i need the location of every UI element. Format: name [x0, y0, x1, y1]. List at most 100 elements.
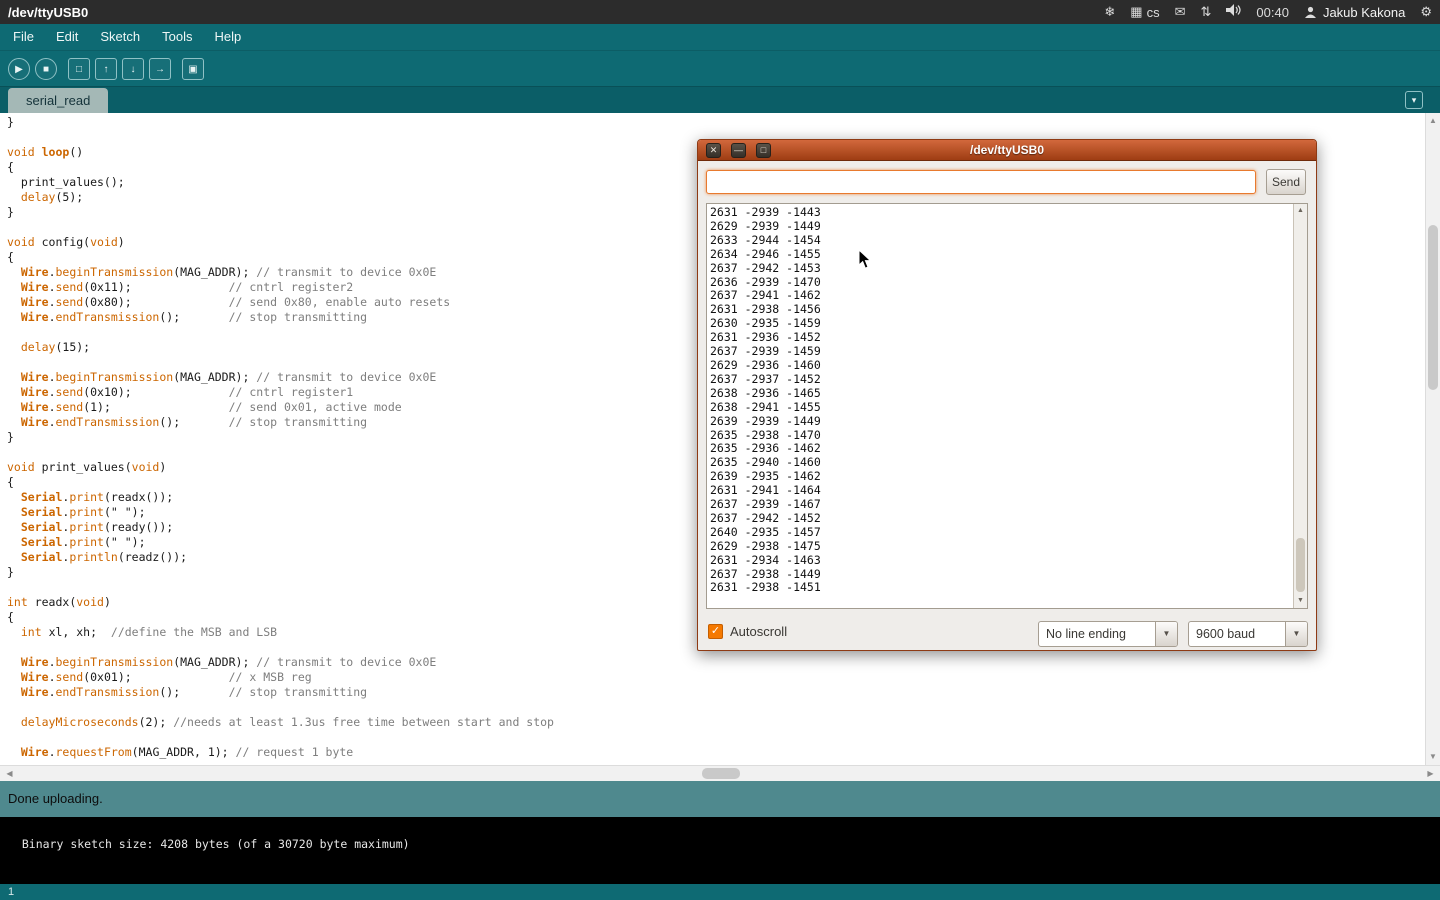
keyboard-layout-indicator[interactable]: ▦ cs [1130, 0, 1159, 24]
keyboard-icon: ▦ [1130, 0, 1142, 24]
serial-line: 2635 -2938 -1470 [710, 429, 1291, 443]
autoscroll-checkbox[interactable]: ✓ [708, 624, 723, 639]
tab-serial-read[interactable]: serial_read [8, 88, 108, 113]
line-ending-value: No line ending [1039, 622, 1155, 646]
chevron-down-icon: ▼ [1155, 622, 1177, 646]
scroll-up-icon[interactable]: ▲ [1426, 114, 1440, 128]
close-window-button[interactable]: ✕ [706, 143, 721, 158]
code-line: Wire.send(0x01); // x MSB reg [7, 670, 1425, 685]
console-output: Binary sketch size: 4208 bytes (of a 307… [0, 817, 1440, 884]
maximize-window-button[interactable]: □ [756, 143, 771, 158]
tab-menu-button[interactable]: ▾ [1405, 91, 1423, 109]
editor-horizontal-scrollbar[interactable]: ◀ ▶ [0, 765, 1440, 781]
open-sketch-button[interactable]: ↑ [95, 58, 117, 80]
serial-line: 2631 -2934 -1463 [710, 554, 1291, 568]
code-line: Wire.beginTransmission(MAG_ADDR); // tra… [7, 655, 1425, 670]
status-message: Done uploading. [8, 791, 103, 806]
serial-line: 2629 -2936 -1460 [710, 359, 1291, 373]
code-line: delayMicroseconds(2); //needs at least 1… [7, 715, 1425, 730]
baud-rate-select[interactable]: 9600 baud ▼ [1188, 621, 1308, 647]
code-line [7, 700, 1425, 715]
serial-line: 2633 -2944 -1454 [710, 234, 1291, 248]
keyboard-layout-label: cs [1147, 5, 1160, 20]
serial-output: 2631 -2939 -14432629 -2939 -14492633 -29… [710, 206, 1291, 606]
code-line: } [7, 115, 1425, 130]
user-icon [1304, 6, 1317, 19]
new-sketch-button[interactable]: □ [68, 58, 90, 80]
serial-output-area[interactable]: 2631 -2939 -14432629 -2939 -14492633 -29… [706, 203, 1308, 609]
editor-hscroll-thumb[interactable] [702, 768, 740, 779]
scroll-up-icon[interactable]: ▲ [1294, 205, 1307, 217]
menu-file[interactable]: File [2, 24, 45, 50]
verify-button[interactable]: ▶ [8, 58, 30, 80]
editor-vscroll-thumb[interactable] [1428, 225, 1438, 390]
serial-line: 2631 -2938 -1451 [710, 581, 1291, 595]
autoscroll-label: Autoscroll [730, 624, 787, 639]
serial-line: 2634 -2946 -1455 [710, 248, 1291, 262]
chevron-down-icon: ▼ [1285, 622, 1307, 646]
serial-line: 2637 -2941 -1462 [710, 289, 1291, 303]
serial-line: 2635 -2940 -1460 [710, 456, 1291, 470]
menu-sketch[interactable]: Sketch [89, 24, 151, 50]
serial-line: 2631 -2939 -1443 [710, 206, 1291, 220]
serial-line: 2639 -2939 -1449 [710, 415, 1291, 429]
serial-line: 2637 -2939 -1467 [710, 498, 1291, 512]
menu-bar: FileEditSketchToolsHelp [0, 24, 1440, 50]
clock[interactable]: 00:40 [1256, 5, 1289, 20]
serial-line: 2636 -2939 -1470 [710, 276, 1291, 290]
serial-output-scrollbar[interactable]: ▲ ▼ [1293, 204, 1307, 608]
line-ending-select[interactable]: No line ending ▼ [1038, 621, 1178, 647]
serial-line: 2637 -2938 -1449 [710, 568, 1291, 582]
gear-icon[interactable]: ⚙ [1420, 0, 1432, 24]
network-icon[interactable]: ⇅ [1200, 0, 1211, 24]
serial-line: 2639 -2935 -1462 [710, 470, 1291, 484]
serial-monitor-titlebar[interactable]: /dev/ttyUSB0 ✕ — □ [698, 140, 1316, 161]
serial-line: 2629 -2939 -1449 [710, 220, 1291, 234]
volume-icon[interactable] [1226, 0, 1241, 24]
user-menu[interactable]: Jakub Kakona [1304, 5, 1405, 20]
scroll-left-icon[interactable]: ◀ [2, 766, 17, 781]
serial-send-input[interactable] [706, 170, 1256, 194]
serial-monitor-window: /dev/ttyUSB0 ✕—□ Send 2631 -2939 -144326… [697, 139, 1317, 651]
serial-line: 2630 -2935 -1459 [710, 317, 1291, 331]
session-indicator-icon[interactable]: ❄ [1104, 0, 1115, 24]
serial-line: 2638 -2941 -1455 [710, 401, 1291, 415]
mail-icon[interactable]: ✉ [1175, 0, 1186, 24]
minimize-window-button[interactable]: — [731, 143, 746, 158]
serial-line: 2637 -2942 -1453 [710, 262, 1291, 276]
serial-line: 2640 -2935 -1457 [710, 526, 1291, 540]
serial-line: 2635 -2936 -1462 [710, 442, 1291, 456]
tab-bar: serial_read ▾ [0, 86, 1440, 113]
menu-tools[interactable]: Tools [151, 24, 203, 50]
serial-line: 2637 -2939 -1459 [710, 345, 1291, 359]
serial-line: 2637 -2942 -1452 [710, 512, 1291, 526]
baud-rate-value: 9600 baud [1189, 622, 1285, 646]
system-bar: /dev/ttyUSB0 ❄ ▦ cs ✉ ⇅ 00:40 Jakub Kako… [0, 0, 1440, 24]
user-name-label: Jakub Kakona [1323, 5, 1405, 20]
stop-button[interactable]: ■ [35, 58, 57, 80]
code-line: Wire.endTransmission(); // stop transmit… [7, 685, 1425, 700]
serial-scroll-thumb[interactable] [1296, 538, 1305, 592]
toolbar: ▶■ □↑↓→ ▣ [0, 50, 1440, 86]
menu-edit[interactable]: Edit [45, 24, 89, 50]
serial-line: 2629 -2938 -1475 [710, 540, 1291, 554]
line-number-indicator: 1 [8, 886, 14, 898]
upload-button[interactable]: → [149, 58, 171, 80]
editor-vertical-scrollbar[interactable]: ▲ ▼ [1425, 113, 1440, 765]
scroll-right-icon[interactable]: ▶ [1423, 766, 1438, 781]
save-sketch-button[interactable]: ↓ [122, 58, 144, 80]
window-title: /dev/ttyUSB0 [8, 5, 88, 20]
menu-help[interactable]: Help [203, 24, 252, 50]
serial-monitor-button[interactable]: ▣ [182, 58, 204, 80]
system-tray: ❄ ▦ cs ✉ ⇅ 00:40 Jakub Kakona ⚙ [1104, 0, 1432, 24]
serial-line: 2631 -2936 -1452 [710, 331, 1291, 345]
footer-bar: 1 [0, 884, 1440, 900]
serial-line: 2631 -2938 -1456 [710, 303, 1291, 317]
code-line [7, 730, 1425, 745]
scroll-down-icon[interactable]: ▼ [1294, 595, 1307, 607]
send-button[interactable]: Send [1266, 169, 1306, 195]
scroll-down-icon[interactable]: ▼ [1426, 750, 1440, 764]
serial-monitor-title: /dev/ttyUSB0 [698, 140, 1316, 161]
serial-line: 2631 -2941 -1464 [710, 484, 1291, 498]
serial-line: 2638 -2936 -1465 [710, 387, 1291, 401]
